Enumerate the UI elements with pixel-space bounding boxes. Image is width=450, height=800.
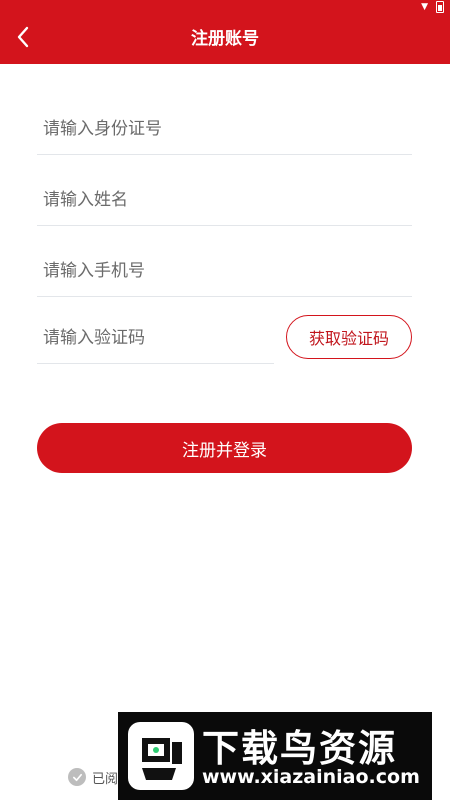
get-code-button[interactable]: 获取验证码 xyxy=(286,315,412,359)
name-input[interactable] xyxy=(37,175,412,225)
watermark-title: 下载鸟资源 xyxy=(202,727,397,770)
watermark-banner: 下载鸟资源 www.xiazainiao.com xyxy=(118,712,432,800)
agreement-row: 已阅 xyxy=(68,766,118,788)
watermark-url: www.xiazainiao.com xyxy=(202,766,420,788)
id-number-field xyxy=(37,104,412,155)
bird-logo-icon xyxy=(128,722,194,790)
register-login-button[interactable]: 注册并登录 xyxy=(37,423,412,473)
phone-input[interactable] xyxy=(37,246,412,296)
id-number-input[interactable] xyxy=(37,104,412,154)
status-bar: ▼ xyxy=(0,0,450,14)
name-field xyxy=(37,175,412,226)
signal-icon: ▼ xyxy=(421,2,428,12)
battery-icon xyxy=(436,1,444,13)
title-bar: 注册账号 xyxy=(0,14,450,64)
verification-code-input[interactable] xyxy=(37,313,274,363)
phone-field xyxy=(37,246,412,297)
agreement-checkbox[interactable] xyxy=(68,768,86,786)
agreement-text: 已阅 xyxy=(92,771,119,787)
page-title: 注册账号 xyxy=(191,29,259,49)
status-icons: ▼ xyxy=(421,0,444,14)
verification-code-field xyxy=(37,313,274,364)
